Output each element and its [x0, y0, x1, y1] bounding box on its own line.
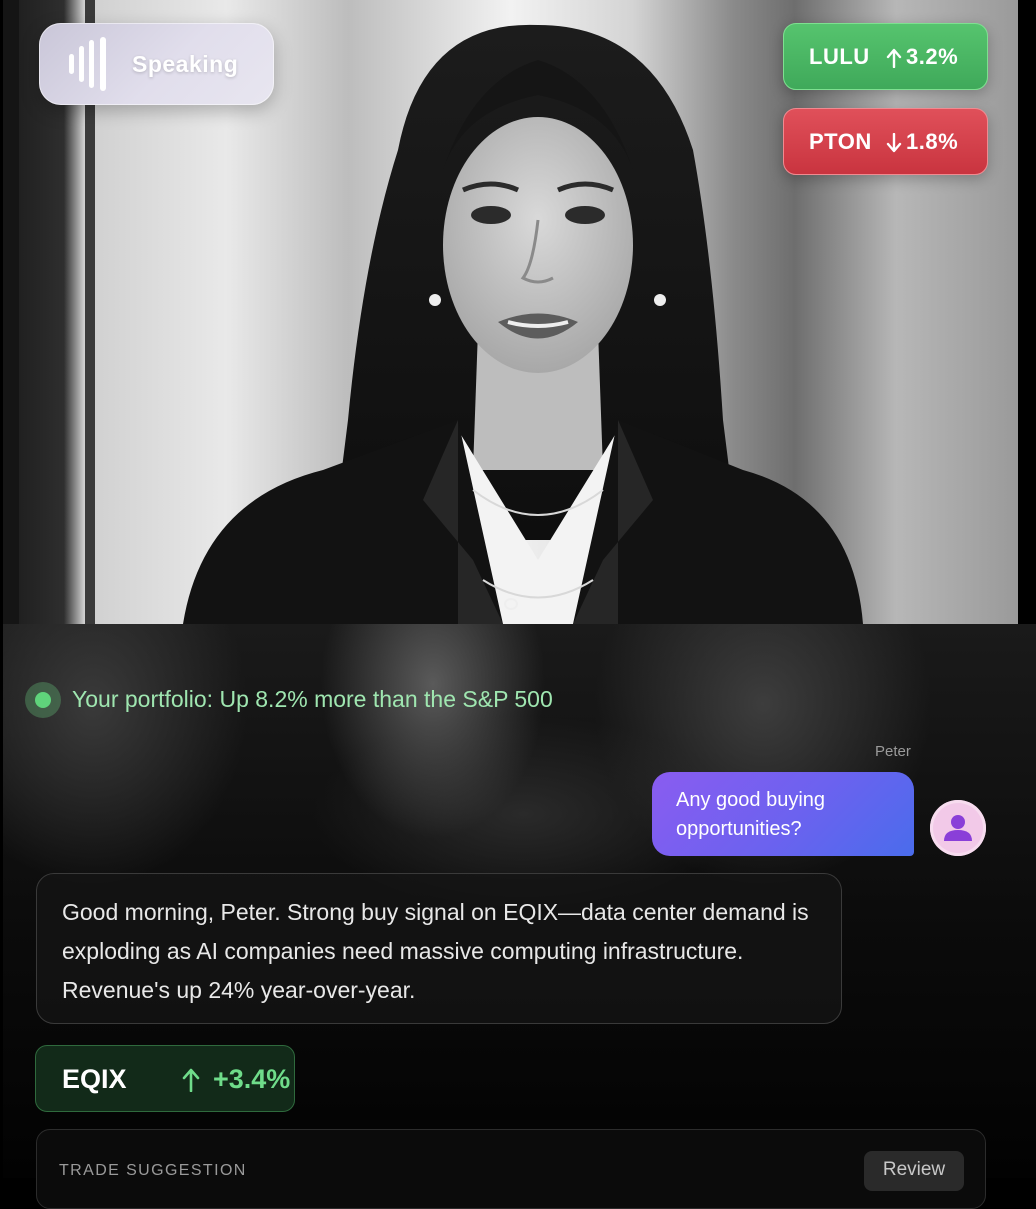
arrow-up-icon — [886, 48, 902, 68]
ticker-symbol: PTON — [809, 129, 872, 154]
ticker-change: 1.8% — [906, 129, 959, 154]
user-icon — [944, 815, 972, 841]
arrow-down-icon — [886, 133, 902, 153]
user-message-bubble: Any good buying opportunities? — [652, 772, 914, 856]
review-button[interactable]: Review — [864, 1151, 964, 1191]
speaking-label: Speaking — [132, 51, 239, 77]
speaking-indicator: Speaking — [39, 23, 274, 105]
card-title: TRADE SUGGESTION — [59, 1162, 247, 1179]
portfolio-summary: Your portfolio: Up 8.2% more than the S&… — [72, 686, 553, 712]
sound-wave-icon — [69, 37, 106, 91]
user-avatar[interactable] — [930, 800, 986, 856]
assistant-message-bubble: Good morning, Peter. Strong buy signal o… — [36, 873, 842, 1024]
ticker-badge-pton[interactable]: PTON 1.8% — [783, 108, 988, 175]
message-sender-name: Peter — [875, 743, 911, 760]
stock-symbol: EQIX — [62, 1064, 127, 1094]
ticker-symbol: LULU — [809, 44, 870, 69]
ticker-change: 3.2% — [906, 44, 959, 69]
trade-suggestion-card: TRADE SUGGESTION Review — [36, 1129, 986, 1209]
stock-chip-eqix[interactable]: EQIX +3.4% — [35, 1045, 295, 1112]
avatar-video-feed: Speaking LULU 3.2% PTON 1.8% — [3, 0, 1018, 624]
live-status-icon — [25, 682, 61, 718]
arrow-up-icon — [182, 1068, 200, 1092]
ticker-badge-lulu[interactable]: LULU 3.2% — [783, 23, 988, 90]
stock-change: +3.4% — [213, 1064, 291, 1094]
